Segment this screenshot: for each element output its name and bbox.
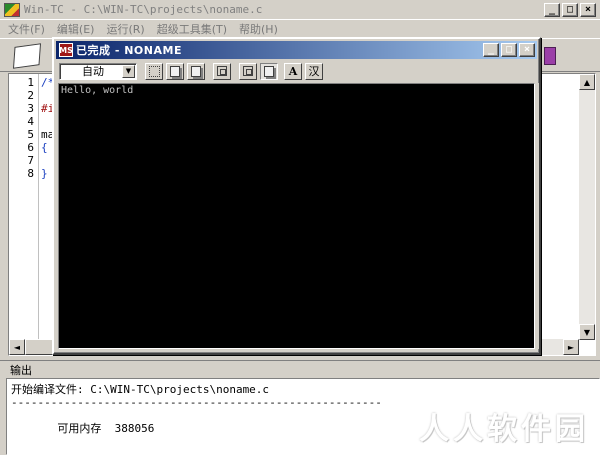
line-number: 6	[27, 141, 34, 154]
chevron-down-icon[interactable]: ▼	[122, 64, 135, 78]
scroll-right-icon[interactable]: ►	[563, 339, 579, 355]
line-number: 1	[27, 76, 34, 89]
paste-icon	[191, 65, 201, 77]
menu-edit[interactable]: 编辑(E)	[57, 21, 95, 37]
background-button[interactable]	[260, 62, 278, 80]
output-line: 开始编译文件: C:\WIN-TC\projects\noname.c	[11, 383, 270, 396]
console-window: MS 已完成 - NONAME _ □ × 自动 ▼ A 汉 Hello, wo…	[52, 37, 541, 355]
mark-icon	[148, 65, 160, 77]
scroll-down-icon[interactable]: ▼	[579, 324, 595, 340]
console-output-screen[interactable]: Hello, world	[58, 83, 535, 349]
menu-help[interactable]: 帮助(H)	[239, 21, 278, 37]
line-number: 4	[27, 115, 34, 128]
console-window-title: 已完成 - NONAME	[76, 44, 182, 57]
menu-file[interactable]: 文件(F)	[8, 21, 45, 37]
line-number: 5	[27, 128, 34, 141]
wintc-app-icon	[4, 2, 20, 17]
console-output-line: Hello, world	[61, 85, 134, 96]
font-size-value: 自动	[82, 65, 104, 78]
main-close-button[interactable]: ×	[580, 3, 596, 17]
toolbar-book-icon[interactable]	[544, 47, 556, 65]
copy-button[interactable]	[166, 62, 184, 80]
console-minimize-button[interactable]: _	[483, 43, 499, 57]
menu-bar: 文件(F) 编辑(E) 运行(R) 超级工具集(T) 帮助(H)	[0, 20, 600, 38]
main-window-controls: _ □ ×	[544, 3, 596, 17]
menu-run[interactable]: 运行(R)	[106, 21, 144, 37]
output-panel: 开始编译文件: C:\WIN-TC\projects\noname.c ----…	[6, 378, 600, 455]
font-size-select[interactable]: 自动 ▼	[59, 62, 137, 80]
properties-button[interactable]	[239, 62, 257, 80]
properties-icon	[243, 66, 253, 76]
line-number-gutter: 1 2 3 4 5 6 7 8	[9, 74, 39, 340]
background-icon	[264, 65, 274, 77]
console-border	[536, 83, 539, 349]
console-maximize-button[interactable]: □	[501, 43, 517, 57]
console-toolbar: 自动 ▼ A 汉	[56, 60, 537, 82]
scroll-up-icon[interactable]: ▲	[579, 74, 595, 90]
watermark: 人人软件园	[419, 412, 589, 447]
code-line: {	[41, 141, 48, 154]
msdos-icon: MS	[59, 43, 73, 57]
paste-button[interactable]	[187, 62, 205, 80]
copy-icon	[170, 65, 180, 77]
chinese-ime-button[interactable]: 汉	[305, 62, 323, 80]
main-minimize-button[interactable]: _	[544, 3, 560, 17]
output-line: 可用内存 388056	[11, 422, 155, 435]
console-close-button[interactable]: ×	[519, 43, 535, 57]
line-number: 2	[27, 89, 34, 102]
console-window-controls: _ □ ×	[483, 43, 535, 57]
menu-super-tools[interactable]: 超级工具集(T)	[157, 21, 227, 37]
line-number: 8	[27, 167, 34, 180]
output-panel-title: 输出	[10, 363, 32, 377]
fullscreen-icon	[217, 66, 227, 76]
vertical-scrollbar[interactable]: ▲ ▼	[579, 74, 595, 340]
line-number: 3	[27, 102, 34, 115]
main-maximize-button[interactable]: □	[562, 3, 578, 17]
main-title-bar: Win-TC - C:\WIN-TC\projects\noname.c _ □…	[0, 0, 600, 20]
new-file-icon[interactable]	[12, 43, 42, 69]
output-panel-header: 输出	[0, 360, 600, 378]
output-line: ----------------------------------------…	[11, 396, 382, 409]
fullscreen-button[interactable]	[213, 62, 231, 80]
main-window-title: Win-TC - C:\WIN-TC\projects\noname.c	[24, 3, 263, 16]
mark-button[interactable]	[145, 62, 163, 80]
scroll-left-icon[interactable]: ◄	[9, 339, 25, 355]
line-number: 7	[27, 154, 34, 167]
code-line: }	[41, 167, 48, 180]
font-button[interactable]: A	[284, 62, 302, 80]
console-title-bar: MS 已完成 - NONAME _ □ ×	[56, 41, 537, 59]
